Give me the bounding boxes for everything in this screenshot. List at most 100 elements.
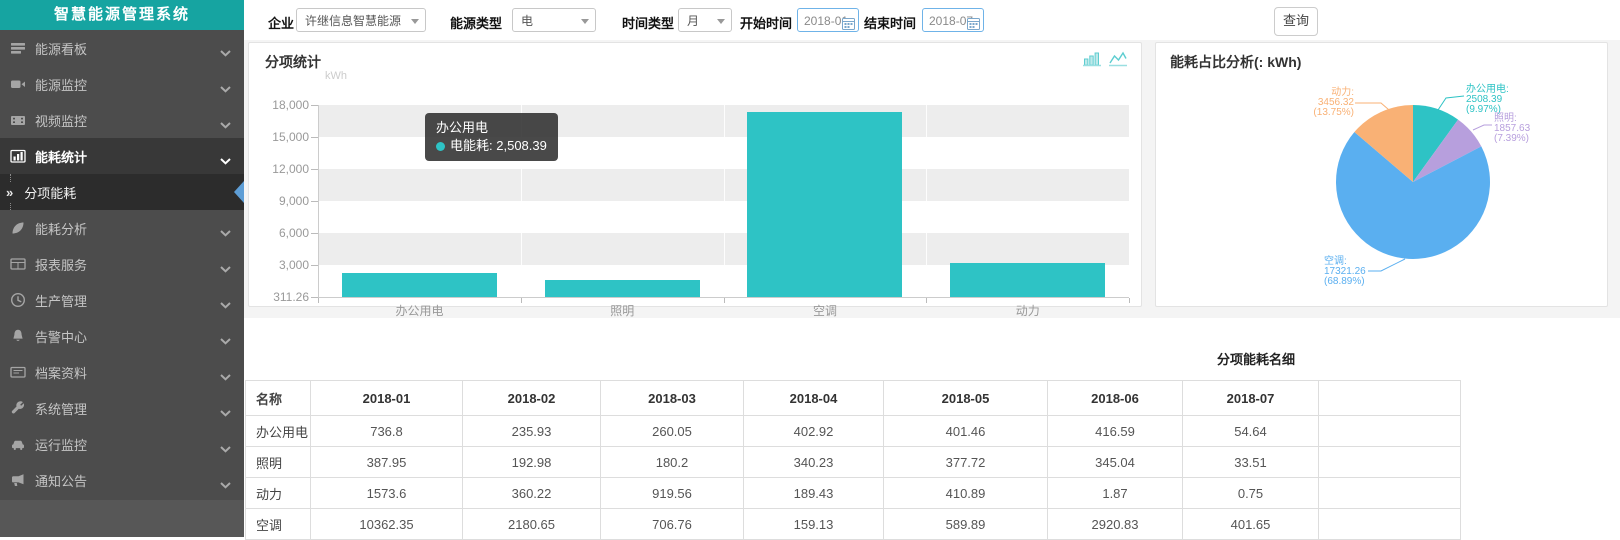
chart-tooltip: 办公用电 电能耗: 2,508.39 xyxy=(425,113,558,161)
table-cell: 33.51 xyxy=(1183,447,1319,478)
sidebar-item-label: 生产管理 xyxy=(35,291,87,310)
sidebar-item-3[interactable]: 能耗统计 xyxy=(0,138,244,174)
sidebar-item-label: 通知公告 xyxy=(35,471,87,490)
table-title: 分项能耗名细 xyxy=(1156,349,1356,368)
chevron-down-icon xyxy=(717,19,725,24)
query-button[interactable]: 查询 xyxy=(1274,7,1318,36)
grid-split-line xyxy=(926,105,927,297)
table-cell-empty xyxy=(1319,447,1461,478)
sidebar-item-label: 报表服务 xyxy=(35,255,87,274)
sidebar-item-0[interactable]: 能源看板 xyxy=(0,30,244,66)
table-cell: 0.75 xyxy=(1183,478,1319,509)
table-cell: 54.64 xyxy=(1183,416,1319,447)
toolbox-line-icon[interactable] xyxy=(1109,51,1127,72)
sidebar-subitem-分项能耗[interactable]: »分项能耗 xyxy=(0,174,244,210)
table-cell: 377.72 xyxy=(884,447,1048,478)
table-cell: 2180.65 xyxy=(463,509,601,540)
tooltip-series-label: 电能耗: xyxy=(450,138,493,153)
chevron-down-icon xyxy=(220,261,231,276)
x-axis-category-label: 空调 xyxy=(724,302,927,319)
sidebar-item-label: 能耗统计 xyxy=(35,147,87,166)
toolbox-bar-icon[interactable] xyxy=(1083,51,1101,72)
sidebar-item-8[interactable]: 档案资料 xyxy=(0,354,244,390)
series-dot-icon xyxy=(436,142,445,151)
chevron-down-icon xyxy=(581,19,589,24)
bar-column-0[interactable] xyxy=(342,273,497,297)
table-row: 动力1573.6360.22919.56189.43410.891.870.75 xyxy=(246,478,1609,509)
chevron-down-icon xyxy=(220,45,231,60)
camera-icon xyxy=(10,76,26,92)
table-cell: 706.76 xyxy=(601,509,744,540)
table-cell-name: 动力 xyxy=(246,478,311,509)
tooltip-category: 办公用电 xyxy=(436,119,547,137)
y-axis-tick xyxy=(311,201,318,202)
chevron-down-icon xyxy=(220,225,231,240)
megaphone-icon xyxy=(10,472,26,488)
pie-label-line-1 xyxy=(1473,125,1492,130)
sidebar-item-label: 系统管理 xyxy=(35,399,87,418)
enterprise-select[interactable]: 许继信息智慧能源 xyxy=(296,8,426,32)
bar-column-1[interactable] xyxy=(545,280,700,297)
table-cell: 180.2 xyxy=(601,447,744,478)
y-axis-tick-label: 18,000 xyxy=(249,98,309,112)
sidebar-item-1[interactable]: 能源监控 xyxy=(0,66,244,102)
table-row: 照明387.95192.98180.2340.23377.72345.0433.… xyxy=(246,447,1609,478)
sidebar-item-2[interactable]: 视频监控 xyxy=(0,102,244,138)
chevron-down-icon xyxy=(220,405,231,420)
clock-icon xyxy=(10,292,26,308)
pie-slice-label-2: 空调:17321.26(68.89%) xyxy=(1324,257,1414,287)
table-cell: 1.87 xyxy=(1048,478,1183,509)
table-cell: 189.43 xyxy=(744,478,884,509)
sidebar-item-10[interactable]: 运行监控 xyxy=(0,426,244,462)
bar-column-3[interactable] xyxy=(950,263,1105,297)
chevron-down-icon xyxy=(220,441,231,456)
energy-type-select[interactable]: 电 xyxy=(512,8,596,32)
double-arrow-icon: » xyxy=(5,183,14,202)
y-axis-tick-label: 15,000 xyxy=(249,130,309,144)
calendar-icon[interactable] xyxy=(967,14,980,38)
calendar-icon[interactable] xyxy=(842,14,855,38)
table-cell: 1573.6 xyxy=(311,478,463,509)
table-cell: 919.56 xyxy=(601,478,744,509)
table-header-cell: 2018-06 xyxy=(1048,381,1183,416)
pie-slice-label-1: 照明:1857.63(7.39%) xyxy=(1494,114,1584,144)
start-time-input[interactable]: 2018-01 xyxy=(797,8,859,32)
table-header-row: 名称2018-012018-022018-032018-042018-05201… xyxy=(246,381,1609,416)
table-header-cell: 2018-05 xyxy=(884,381,1048,416)
y-axis-tick xyxy=(311,233,318,234)
table-cell: 416.59 xyxy=(1048,416,1183,447)
table-row: 空调10362.352180.65706.76159.13589.892920.… xyxy=(246,509,1609,540)
end-time-input[interactable]: 2018-07 xyxy=(922,8,984,32)
sidebar-item-5[interactable]: 报表服务 xyxy=(0,246,244,282)
sidebar-item-4[interactable]: 能耗分析 xyxy=(0,210,244,246)
sidebar-item-9[interactable]: 系统管理 xyxy=(0,390,244,426)
tooltip-value-line: 电能耗: 2,508.39 xyxy=(436,137,547,155)
bar-column-2[interactable] xyxy=(747,112,902,297)
table-cell-empty xyxy=(1319,416,1461,447)
time-type-select[interactable]: 月 xyxy=(678,8,732,32)
bar-chart-panel: 分项统计 kWh 办公用电 电能耗: 2,508.39 311.263,0006… xyxy=(248,42,1142,307)
table-cell: 387.95 xyxy=(311,447,463,478)
start-time-label: 开始时间 xyxy=(740,13,792,32)
energy-type-select-value: 电 xyxy=(521,14,533,28)
car-icon xyxy=(10,436,26,452)
sidebar-item-6[interactable]: 生产管理 xyxy=(0,282,244,318)
table-cell-name: 空调 xyxy=(246,509,311,540)
x-axis-category-label: 办公用电 xyxy=(318,302,521,319)
chevron-down-icon xyxy=(220,117,231,132)
sidebar-item-11[interactable]: 通知公告 xyxy=(0,462,244,498)
time-type-label: 时间类型 xyxy=(622,13,674,32)
sidebar-item-label: 告警中心 xyxy=(35,327,87,346)
sidebar-item-label: 档案资料 xyxy=(35,363,87,382)
enterprise-select-value: 许继信息智慧能源 xyxy=(305,14,401,28)
sidebar-item-7[interactable]: 告警中心 xyxy=(0,318,244,354)
leaf-icon xyxy=(10,220,26,236)
table-cell-empty xyxy=(1319,478,1461,509)
sidebar-footer xyxy=(0,500,244,537)
table-cell: 260.05 xyxy=(601,416,744,447)
y-axis-tick-label: 9,000 xyxy=(249,194,309,208)
chevron-down-icon xyxy=(220,81,231,96)
sidebar-item-label: 视频监控 xyxy=(35,111,87,130)
chevron-down-icon xyxy=(220,333,231,348)
y-axis-tick-label: 12,000 xyxy=(249,162,309,176)
